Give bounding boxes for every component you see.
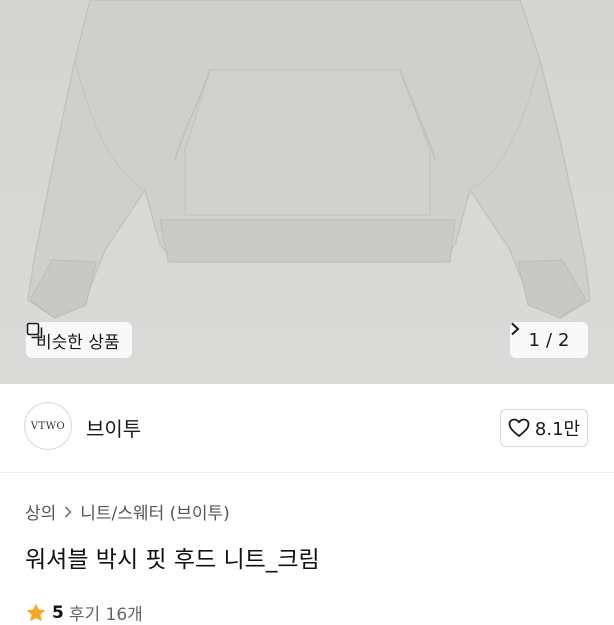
seller-logo[interactable]: VTWO — [24, 402, 72, 450]
breadcrumb: 상의 니트/스웨터 (브이투) — [25, 499, 230, 524]
similar-products-label: 비슷한 상품 — [36, 332, 120, 353]
seller-name[interactable]: 브이투 — [86, 413, 141, 442]
review-count: 후기 16개 — [68, 605, 143, 625]
review-score: 5 — [52, 602, 64, 623]
chevron-right-icon — [511, 322, 520, 336]
pager-total: 2 — [558, 329, 570, 351]
breadcrumb-item-subcategory[interactable]: 니트/스웨터 (브이투) — [80, 499, 230, 524]
breadcrumb-item-category[interactable]: 상의 — [25, 499, 56, 524]
like-count: 8.1만 — [534, 419, 581, 440]
product-title: 워셔블 박시 핏 후드 니트_크림 — [25, 547, 320, 573]
heart-icon — [508, 418, 530, 437]
like-button[interactable]: 8.1만 — [500, 409, 588, 447]
star-icon — [26, 603, 46, 621]
image-pager[interactable]: 1 / 2 — [510, 322, 588, 358]
similar-items-icon — [26, 322, 43, 339]
product-image[interactable]: 비슷한 상품 1 / 2 — [0, 0, 614, 384]
seller-logo-text: VTWO — [30, 420, 66, 432]
pager-separator: / — [545, 329, 553, 351]
pager-current: 1 — [528, 329, 540, 351]
seller-bar: VTWO 브이투 8.1만 — [0, 384, 614, 473]
chevron-right-icon — [65, 505, 72, 518]
similar-products-button[interactable]: 비슷한 상품 — [26, 322, 132, 358]
review-summary[interactable]: 5 후기 16개 — [25, 600, 143, 625]
